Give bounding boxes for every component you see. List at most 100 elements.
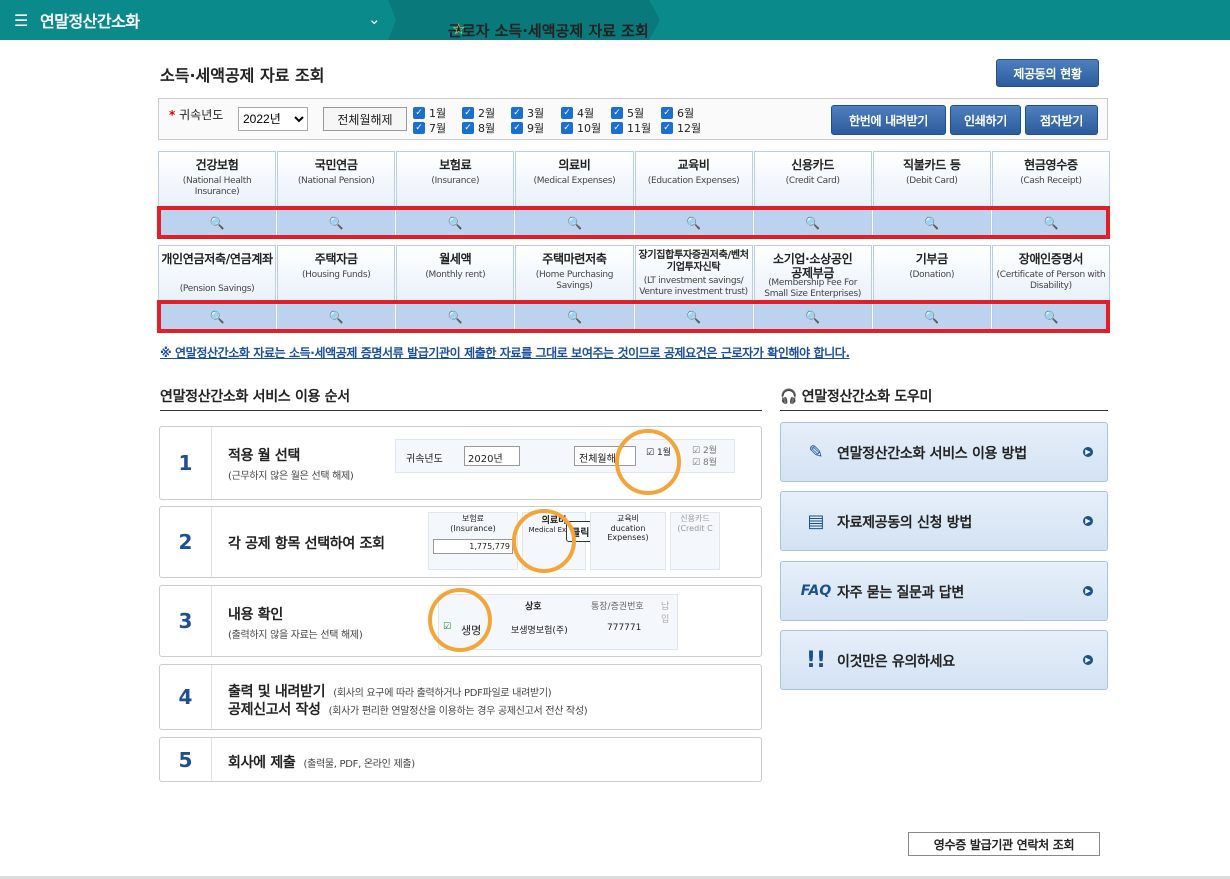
month-8[interactable]: ✓ 8월	[462, 120, 495, 136]
year-label: * 귀속년도	[169, 109, 224, 122]
checkbox-icon: ✓	[561, 107, 573, 119]
chevron-down-icon[interactable]: ⌄	[368, 10, 381, 28]
steps-heading: 연말정산간소화 서비스 이용 순서	[160, 389, 350, 405]
preview-value: 1,775,779	[433, 539, 513, 554]
divider	[160, 410, 762, 411]
month-12[interactable]: ✓ 12월	[661, 120, 701, 136]
month-label: 11월	[627, 122, 652, 135]
checkbox-icon: ✓	[462, 122, 474, 134]
item-title: 월세액	[439, 252, 472, 266]
month-label: 1월	[429, 107, 447, 120]
item-title: 주택마련저축	[542, 252, 607, 266]
step-title: 적용 월 선택	[228, 448, 301, 464]
checkbox-icon: ✓	[511, 107, 523, 119]
help-usage-button[interactable]: ✎ 연말정산간소화 서비스 이용 방법 ▶	[780, 422, 1108, 482]
month-9[interactable]: ✓ 9월	[511, 120, 544, 136]
month-11[interactable]: ✓ 11월	[611, 120, 651, 136]
arrow-right-icon: ▶	[1083, 516, 1093, 526]
download-all-button[interactable]: 한번에 내려받기	[831, 105, 946, 135]
arrow-right-icon: ▶	[1083, 447, 1093, 457]
required-mark: *	[169, 108, 176, 122]
arrow-right-icon: ▶	[1083, 586, 1093, 596]
item-title: 의료비	[558, 158, 591, 172]
month-label: 5월	[627, 107, 645, 120]
item-title: 개인연금저축/연금계좌	[161, 252, 273, 266]
item-title: 기부금	[915, 252, 949, 266]
preview-cell: 보험료 (Insurance) 1,775,779	[428, 512, 518, 570]
preview-month: 8월	[702, 458, 717, 468]
month-10[interactable]: ✓ 10월	[561, 120, 601, 136]
month-7[interactable]: ✓ 7월	[413, 120, 446, 136]
exclamation-icon: !!	[805, 647, 827, 673]
print-button[interactable]: 인쇄하기	[950, 105, 1021, 135]
month-label: 6월	[677, 107, 695, 120]
item-title: 국민연금	[314, 158, 358, 172]
issuer-contact-button[interactable]: 영수증 발급기관 연락처 조회	[908, 832, 1100, 856]
item-subtitle: (Insurance)	[431, 176, 480, 186]
step-3: 3 내용 확인 (출력하지 않을 자료는 선택 해제) 상호 통장/증권번호 납…	[159, 585, 762, 657]
preview-cell: 교육비 ducation Expenses)	[590, 512, 666, 570]
notice-link[interactable]: ※ 연말정산간소화 자료는 소득·세액공제 증명서류 발급기관이 제출한 자료를…	[160, 344, 850, 361]
item-subtitle: (National Health Insurance)	[182, 176, 252, 197]
provider-status-button[interactable]: 제공동의 현황	[996, 59, 1099, 87]
item-title: 장기집합투자증권저축/벤처기업투자신탁	[638, 250, 749, 273]
app-name[interactable]: 연말정산간소화	[40, 8, 140, 32]
month-label: 8월	[478, 122, 496, 135]
star-icon[interactable]: ☆	[452, 20, 465, 38]
preview-cell-sub: ducation Expenses)	[607, 524, 649, 542]
month-4[interactable]: ✓ 4월	[561, 105, 594, 121]
year-select[interactable]: 2022년	[238, 107, 308, 131]
clear-all-months-button[interactable]: 전체월해제	[323, 107, 407, 131]
step-title: 내용 확인	[228, 607, 283, 623]
step-subtitle: (출력하지 않을 자료는 선택 해제)	[228, 630, 363, 641]
help-heading-text: 연말정산간소화 도우미	[801, 389, 933, 405]
month-label: 2월	[478, 107, 496, 120]
step-number: 5	[160, 738, 212, 781]
breadcrumb: 근로자 소득·세액공제 자료 조회 ☆	[388, 0, 660, 40]
divider	[780, 410, 1108, 411]
preview-year-select: 귀속년도 2020년 전체월해 ☑ 1월 ☑ 2월 ☑ 8월	[395, 439, 735, 473]
help-faq-button[interactable]: FAQ 자주 묻는 질문과 답변 ▶	[780, 561, 1108, 621]
item-subtitle: (Education Expenses)	[647, 176, 740, 186]
preview-cell-value: 777771	[607, 623, 642, 633]
month-5[interactable]: ✓ 5월	[611, 105, 644, 121]
highlight-box	[157, 300, 1110, 333]
checkbox-icon: ✓	[611, 122, 623, 134]
help-label: 자주 묻는 질문과 답변	[837, 585, 964, 601]
item-subtitle: (Certificate of Person with Disability)	[996, 270, 1106, 291]
highlight-ring	[428, 588, 492, 652]
month-2[interactable]: ✓ 2월	[462, 105, 495, 121]
highlight-ring	[615, 429, 681, 495]
item-title: 보험료	[439, 158, 472, 172]
step-subtitle: (출력물, PDF, 온라인 제출)	[303, 759, 415, 770]
item-subtitle: (Cash Receipt)	[1020, 176, 1082, 186]
month-1[interactable]: ✓ 1월	[413, 105, 446, 121]
step-2: 2 각 공제 항목 선택하여 조회 보험료 (Insurance) 1,775,77…	[159, 506, 762, 578]
hamburger-icon[interactable]: ☰	[14, 11, 28, 30]
headset-icon: 🎧	[780, 389, 798, 405]
help-consent-button[interactable]: ▤ 자료제공동의 신청 방법 ▶	[780, 491, 1108, 551]
checkbox-icon: ✓	[661, 107, 673, 119]
step-number: 4	[160, 665, 212, 729]
step-1: 1 적용 월 선택 (근무하지 않은 월은 선택 해제) 귀속년도 2020년 …	[159, 426, 762, 500]
item-subtitle: (Housing Funds)	[301, 270, 371, 280]
help-caution-button[interactable]: !! 이것만은 유의하세요 ▶	[780, 630, 1108, 690]
step-title-text: 회사에 제출	[228, 755, 296, 771]
preview-col-header: 통장/증권번호	[591, 602, 644, 612]
month-6[interactable]: ✓ 6월	[661, 105, 694, 121]
item-subtitle: (Credit Card)	[785, 176, 840, 186]
step-title-text: 공제신고서 작성	[228, 702, 321, 718]
braille-button[interactable]: 점자받기	[1025, 105, 1098, 135]
highlight-ring	[512, 509, 576, 573]
step-5: 5 회사에 제출 (출력물, PDF, 온라인 제출)	[159, 737, 762, 782]
step-subtitle: (회사의 요구에 따라 출력하거나 PDF파일로 내려받기)	[333, 688, 552, 699]
checkbox-icon: ✓	[611, 107, 623, 119]
checkbox-icon: ✓	[561, 122, 573, 134]
month-label: 7월	[429, 122, 447, 135]
month-3[interactable]: ✓ 3월	[511, 105, 544, 121]
preview-col-header: 납입	[661, 602, 670, 625]
step-title: 공제신고서 작성 (회사가 편리한 연말정산을 이용하는 경우 공제신고서 전산 …	[228, 699, 588, 719]
year-label-text: 귀속년도	[179, 108, 224, 122]
preview-cell-sub: (Credit C	[677, 524, 713, 533]
form-icon: ▤	[807, 510, 825, 532]
